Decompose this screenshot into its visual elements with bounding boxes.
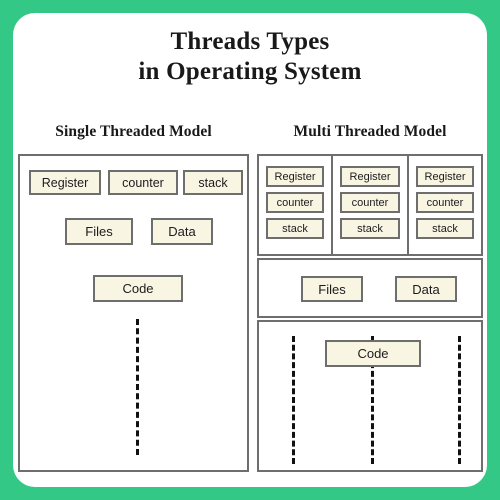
multi-threaded-heading: Multi Threaded Model — [293, 123, 447, 140]
single-files-box: Files — [65, 218, 133, 245]
multi-code-box: Code — [325, 340, 421, 367]
multi-files-box: Files — [301, 276, 363, 302]
thread-3-dashed-line — [458, 336, 461, 464]
shared-resources-section: Files Data — [257, 258, 483, 318]
thread-3-stack-box: stack — [416, 218, 474, 239]
multi-threaded-panel: Register counter stack Register counter … — [257, 154, 483, 472]
title-line-1: Threads Types — [170, 28, 330, 55]
thread-2-counter-box: counter — [340, 192, 400, 213]
thread-2-stack-box: stack — [340, 218, 400, 239]
thread-3-register-box: Register — [416, 166, 474, 187]
thread-column-2: Register counter stack — [333, 156, 409, 254]
single-code-box: Code — [93, 275, 183, 302]
thread-1-counter-box: counter — [266, 192, 324, 213]
thread-1-dashed-line — [292, 336, 295, 464]
multi-data-box: Data — [395, 276, 457, 302]
single-counter-box: counter — [108, 170, 178, 195]
thread-column-3: Register counter stack — [409, 156, 481, 254]
thread-1-register-box: Register — [266, 166, 324, 187]
page-title: Threads Types in Operating System — [13, 27, 487, 87]
single-thread-dashed-line — [136, 319, 139, 455]
single-threaded-panel: Register counter stack Files Data Code — [18, 154, 249, 472]
single-data-box: Data — [151, 218, 213, 245]
title-line-2: in Operating System — [138, 58, 362, 85]
single-stack-box: stack — [183, 170, 243, 195]
thread-2-register-box: Register — [340, 166, 400, 187]
thread-columns-section: Register counter stack Register counter … — [257, 154, 483, 256]
single-threaded-heading: Single Threaded Model — [55, 123, 212, 140]
diagram-card: Threads Types in Operating System Single… — [13, 13, 487, 487]
thread-1-stack-box: stack — [266, 218, 324, 239]
thread-3-counter-box: counter — [416, 192, 474, 213]
code-section: Code — [257, 320, 483, 472]
thread-column-1: Register counter stack — [259, 156, 333, 254]
single-register-box: Register — [29, 170, 101, 195]
